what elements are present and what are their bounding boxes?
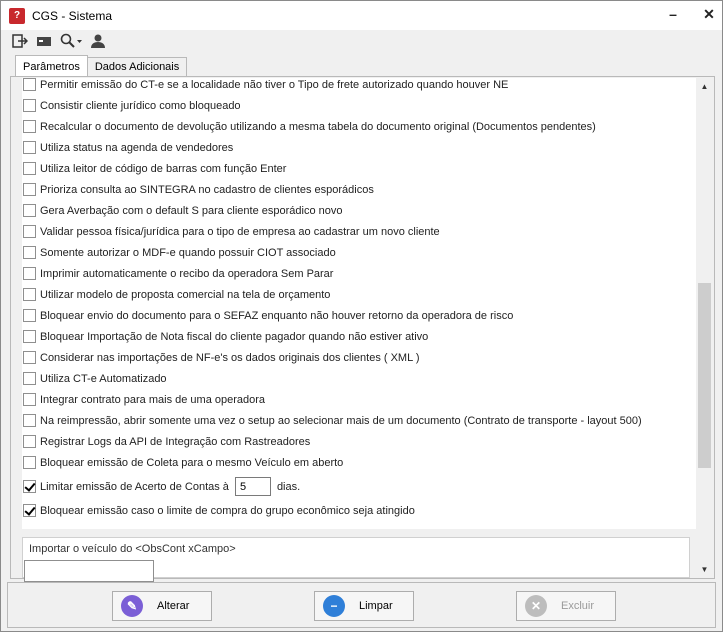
option-label: Bloquear emissão de Coleta para o mesmo … [40,456,344,469]
option-label: Bloquear Importação de Nota fiscal do cl… [40,330,429,343]
options-list: Limitar emissão de Acerto de Contas à di… [22,78,704,529]
option-checkbox[interactable] [23,162,36,175]
app-logo-icon: ? [9,7,25,24]
option-row: Bloquear Importação de Nota fiscal do cl… [22,326,428,347]
option-label: Bloquear envio do documento para o SEFAZ… [40,309,514,322]
tab-strip: Parâmetros Dados Adicionais [15,55,188,77]
button-bar: ✎ Alterar − Limpar ✕ Excluir [7,582,716,628]
option-label: Utiliza status na agenda de vendedores [40,141,234,154]
option-row: Recalcular o documento de devolução util… [22,116,596,137]
block-credit-checkbox[interactable] [23,504,36,517]
option-label: Prioriza consulta ao SINTEGRA no cadastr… [40,183,374,196]
option-label: Na reimpressão, abrir somente uma vez o … [40,414,642,427]
vehicle-import-label: Importar o veículo do <ObsCont xCampo> [29,543,236,555]
option-row: Consistir cliente jurídico como bloquead… [22,95,241,116]
option-row: Validar pessoa física/jurídica para o ti… [22,221,440,242]
option-checkbox[interactable] [23,225,36,238]
option-row: Integrar contrato para mais de uma opera… [22,389,265,410]
option-label: Utiliza leitor de código de barras com f… [40,162,287,175]
option-row: Somente autorizar o MDF-e quando possuir… [22,242,336,263]
edit-icon: ✎ [121,595,143,617]
excluir-button[interactable]: ✕ Excluir [516,591,616,621]
option-label: Validar pessoa física/jurídica para o ti… [40,225,440,238]
vehicle-import-field[interactable] [24,560,154,582]
option-limit: Limitar emissão de Acerto de Contas à di… [22,476,300,497]
block-credit-label: Bloquear emissão caso o limite de compra… [40,504,415,517]
excluir-label: Excluir [561,600,595,612]
option-checkbox[interactable] [23,78,36,91]
minimize-icon[interactable]: – [666,6,680,22]
option-checkbox[interactable] [23,456,36,469]
option-checkbox[interactable] [23,288,36,301]
option-label: Registrar Logs da API de Integração com … [40,435,311,448]
scroll-down-icon[interactable]: ▼ [696,561,713,578]
option-checkbox[interactable] [23,393,36,406]
option-label: Integrar contrato para mais de uma opera… [40,393,266,406]
option-row: Utiliza leitor de código de barras com f… [22,158,286,179]
tab-parametros[interactable]: Parâmetros [15,55,88,76]
option-label: Gera Averbação com o default S para clie… [40,204,343,217]
option-checkbox[interactable] [23,99,36,112]
window-title: CGS - Sistema [32,8,113,23]
option-row: Utiliza status na agenda de vendedores [22,137,233,158]
close-icon[interactable]: ✕ [702,6,716,22]
option-row: Na reimpressão, abrir somente uma vez o … [22,410,642,431]
option-label: Permitir emissão do CT-e se a localidade… [40,78,509,91]
option-label: Recalcular o documento de devolução util… [40,120,596,133]
delete-icon: ✕ [525,595,547,617]
main-window: ? CGS - Sistema – ✕ Parâmetros Dados Adi… [0,0,723,632]
option-label: Considerar nas importações de NF-e's os … [40,351,420,364]
option-row: Permitir emissão do CT-e se a localidade… [22,78,508,95]
option-row: Utilizar modelo de proposta comercial na… [22,284,330,305]
option-row: Bloquear envio do documento para o SEFAZ… [22,305,513,326]
option-row: Gera Averbação com o default S para clie… [22,200,342,221]
option-checkbox[interactable] [23,183,36,196]
option-checkbox[interactable] [23,351,36,364]
limpar-label: Limpar [359,600,393,612]
limit-label: Limitar emissão de Acerto de Contas à [40,480,229,493]
option-checkbox[interactable] [23,309,36,322]
exit-icon[interactable] [11,32,29,50]
option-row: Bloquear emissão de Coleta para o mesmo … [22,452,343,473]
tab-dados-adicionais[interactable]: Dados Adicionais [86,57,188,76]
option-label: Somente autorizar o MDF-e quando possuir… [40,246,336,259]
option-checkbox[interactable] [23,372,36,385]
option-row: Prioriza consulta ao SINTEGRA no cadastr… [22,179,374,200]
option-label: Utiliza CT-e Automatizado [40,372,167,385]
parametros-panel: Limitar emissão de Acerto de Contas à di… [10,76,715,582]
option-row: Imprimir automaticamente o recibo da ope… [22,263,333,284]
vertical-scrollbar[interactable]: ▲ ▼ [696,78,713,578]
days-input[interactable] [234,477,271,496]
option-checkbox[interactable] [23,414,36,427]
option-row: Registrar Logs da API de Integração com … [22,431,310,452]
option-checkbox[interactable] [23,204,36,217]
option-row: Considerar nas importações de NF-e's os … [22,347,420,368]
toolbar [1,30,722,52]
card-icon[interactable] [35,32,53,50]
option-checkbox[interactable] [23,267,36,280]
option-row: Utiliza CT-e Automatizado [22,368,167,389]
scroll-up-icon[interactable]: ▲ [696,78,713,95]
scroll-thumb[interactable] [698,283,711,468]
alterar-button[interactable]: ✎ Alterar [112,591,212,621]
option-block-credit: Bloquear emissão caso o limite de compra… [22,500,415,521]
option-checkbox[interactable] [23,330,36,343]
alterar-label: Alterar [157,600,190,612]
option-label: Consistir cliente jurídico como bloquead… [40,99,241,112]
option-checkbox[interactable] [23,141,36,154]
days-suffix: dias. [276,480,301,493]
clear-icon: − [323,595,345,617]
limit-checkbox[interactable] [23,480,36,493]
option-checkbox[interactable] [23,246,36,259]
user-icon[interactable] [89,32,107,50]
option-label: Imprimir automaticamente o recibo da ope… [40,267,334,280]
limpar-button[interactable]: − Limpar [314,591,414,621]
title-bar: ? CGS - Sistema – ✕ [1,1,722,30]
option-checkbox[interactable] [23,120,36,133]
search-dropdown-icon[interactable] [59,32,83,50]
option-checkbox[interactable] [23,435,36,448]
vehicle-import-group: Importar o veículo do <ObsCont xCampo> [22,537,690,582]
option-label: Utilizar modelo de proposta comercial na… [40,288,331,301]
